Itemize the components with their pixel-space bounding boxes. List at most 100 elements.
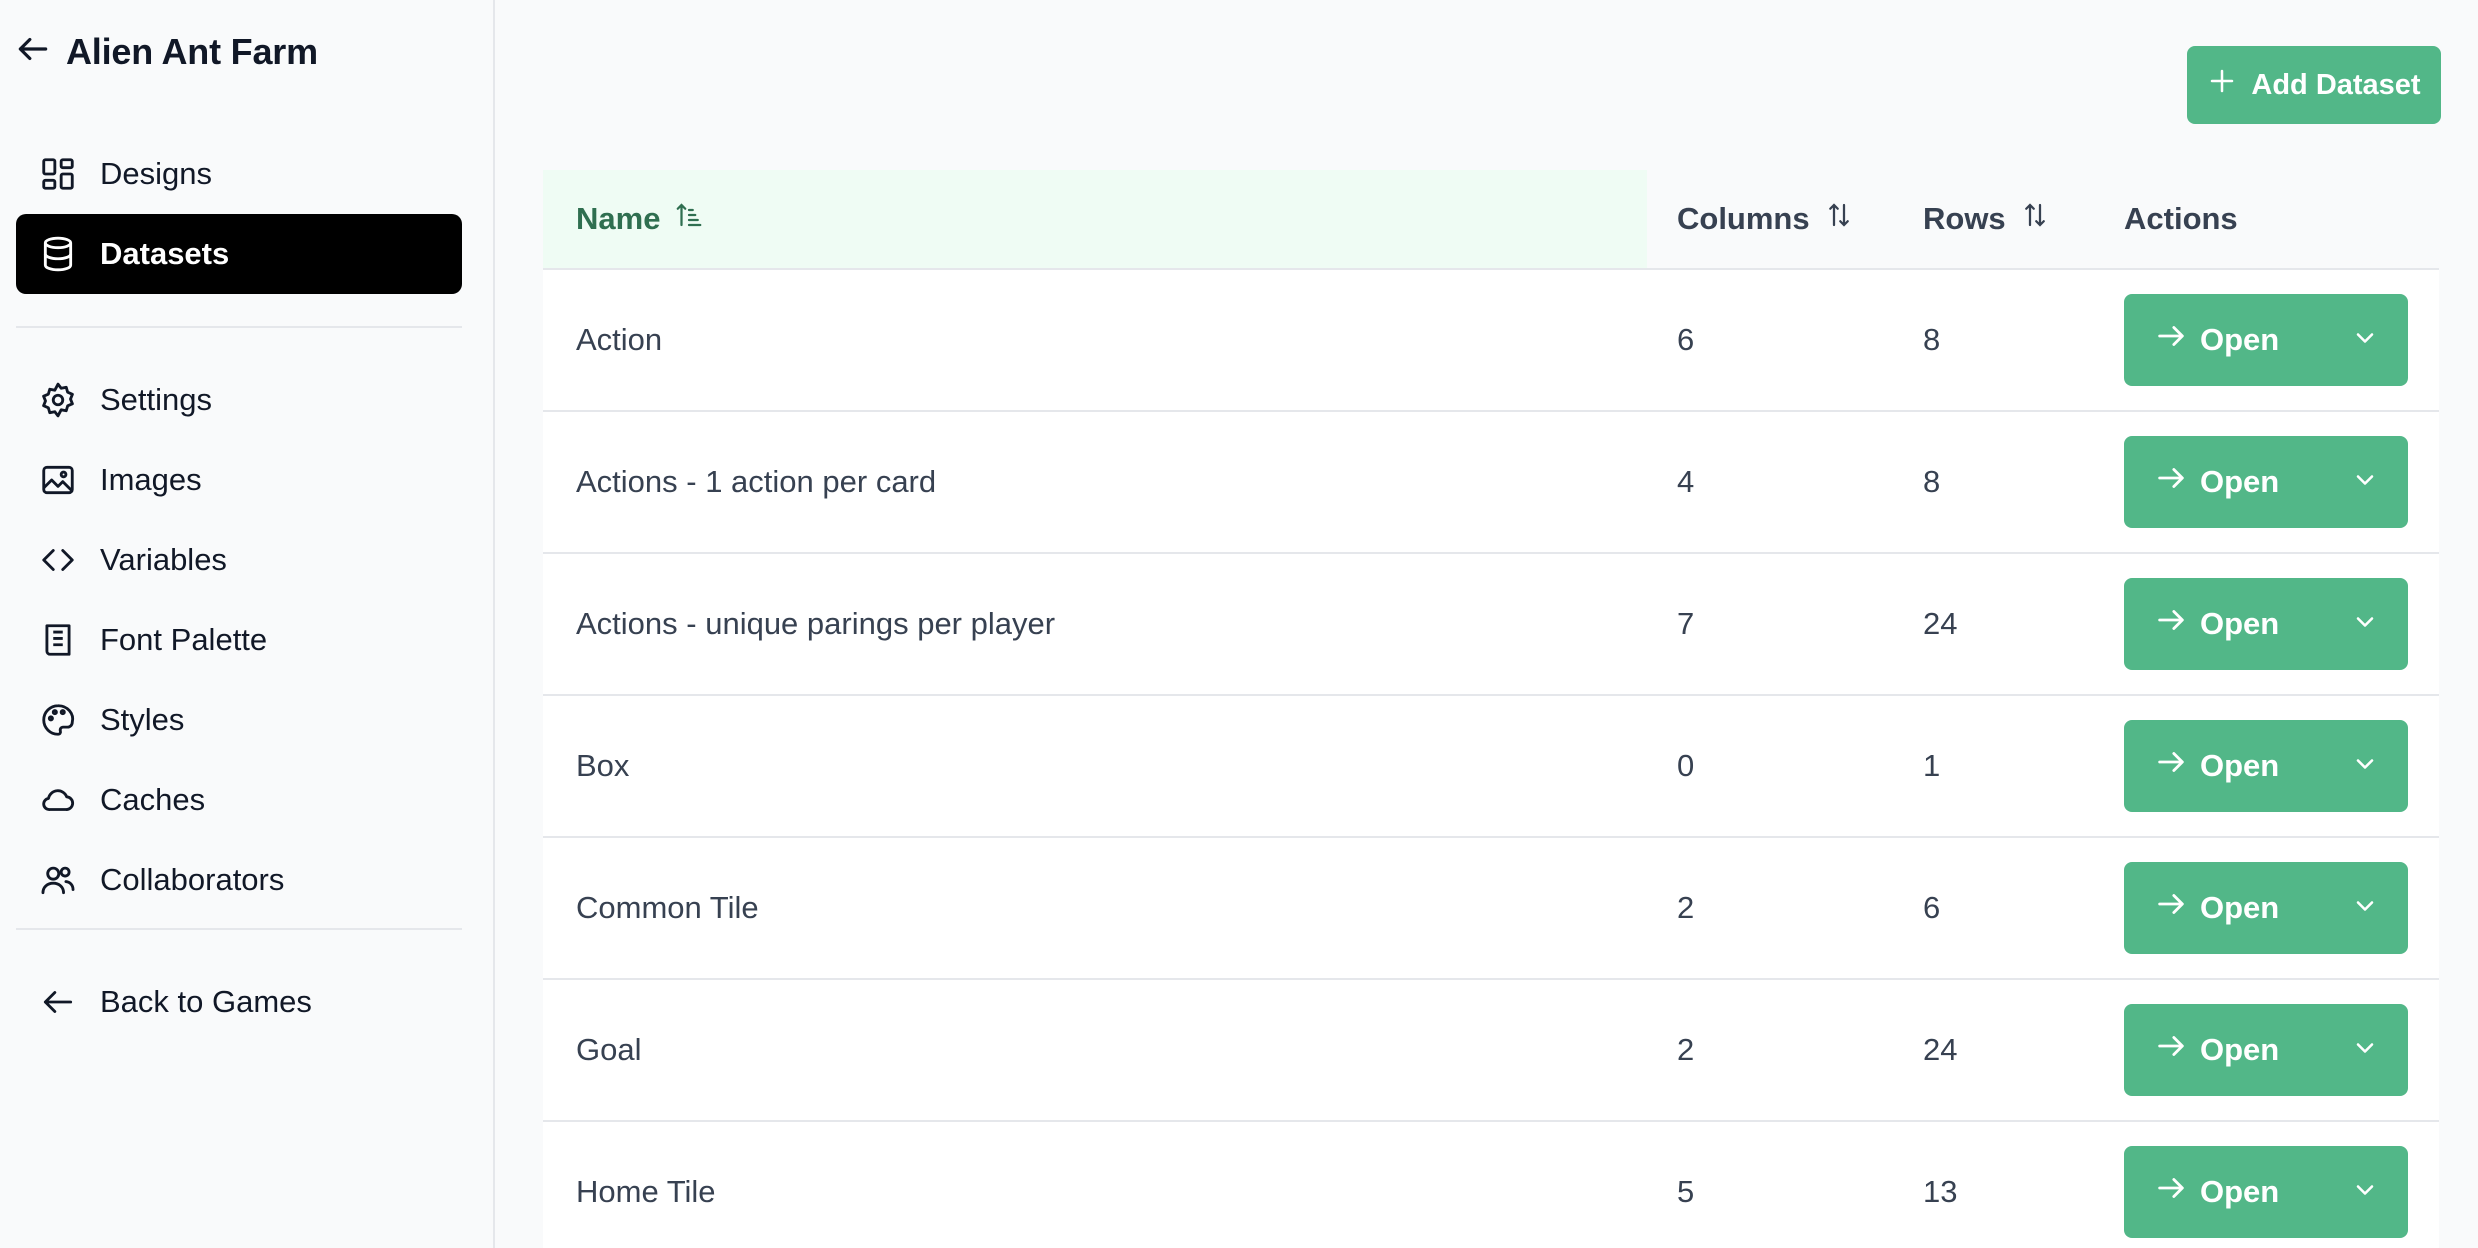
open-label: Open xyxy=(2200,606,2280,641)
sidebar-divider xyxy=(16,928,462,930)
chevron-down-icon xyxy=(2351,892,2379,925)
sidebar-item-variables[interactable]: Variables xyxy=(16,520,462,600)
chevron-down-icon xyxy=(2351,1034,2379,1067)
column-header-label: Actions xyxy=(2124,201,2238,236)
open-options-dropdown[interactable] xyxy=(2340,294,2390,386)
sidebar-item-images[interactable]: Images xyxy=(16,440,462,520)
open-dataset-button[interactable]: Open xyxy=(2124,862,2408,954)
sidebar-item-label: Settings xyxy=(100,382,213,417)
sorted-column-highlight xyxy=(543,170,1647,268)
table-row: Home Tile 5 13 Open xyxy=(543,1122,2439,1248)
arrow-right-icon xyxy=(2154,461,2188,503)
column-header-rows[interactable]: Rows xyxy=(1923,200,2050,238)
open-label: Open xyxy=(2200,1174,2280,1209)
dataset-name: Home Tile xyxy=(576,1174,716,1209)
app-title: Alien Ant Farm xyxy=(66,30,318,72)
open-options-dropdown[interactable] xyxy=(2340,436,2390,528)
table-header: Name Columns Rows Actions xyxy=(543,170,2439,270)
table-body: Action 6 8 Open Actions - 1 action per c… xyxy=(543,270,2439,1248)
open-options-dropdown[interactable] xyxy=(2340,1146,2390,1238)
arrow-right-icon xyxy=(2154,603,2188,645)
gear-icon xyxy=(38,380,78,420)
open-label: Open xyxy=(2200,1032,2280,1067)
dataset-rows-count: 8 xyxy=(1923,322,1941,357)
open-options-dropdown[interactable] xyxy=(2340,720,2390,812)
sidebar-item-label: Caches xyxy=(100,782,206,817)
dataset-columns-count: 4 xyxy=(1677,464,1695,499)
sidebar-item-label: Images xyxy=(100,462,202,497)
back-arrow-icon[interactable] xyxy=(14,30,52,73)
dataset-name: Common Tile xyxy=(576,890,759,925)
open-label: Open xyxy=(2200,322,2280,357)
column-header-label: Name xyxy=(576,201,661,236)
dataset-columns-count: 2 xyxy=(1677,890,1695,925)
sort-ascending-icon xyxy=(674,200,704,238)
sidebar-item-font-palette[interactable]: Font Palette xyxy=(16,600,462,680)
datasets-table: Name Columns Rows Actions Action 6 8 Ope… xyxy=(543,170,2439,1248)
add-dataset-label: Add Dataset xyxy=(2251,68,2421,101)
dataset-rows-count: 13 xyxy=(1923,1174,1958,1209)
open-dataset-button[interactable]: Open xyxy=(2124,294,2408,386)
sidebar-item-label: Collaborators xyxy=(100,862,285,897)
table-row: Actions - 1 action per card 4 8 Open xyxy=(543,412,2439,554)
sidebar-item-collaborators[interactable]: Collaborators xyxy=(16,840,462,920)
sidebar-item-label: Designs xyxy=(100,156,212,191)
open-options-dropdown[interactable] xyxy=(2340,1004,2390,1096)
chevron-down-icon xyxy=(2351,466,2379,499)
back-to-games-link[interactable]: Back to Games xyxy=(16,962,462,1042)
arrow-right-icon xyxy=(2154,887,2188,929)
sidebar-item-designs[interactable]: Designs xyxy=(16,134,462,214)
table-row: Goal 2 24 Open xyxy=(543,980,2439,1122)
open-dataset-button[interactable]: Open xyxy=(2124,436,2408,528)
main-content: Add Dataset Name Columns Rows Actions Ac… xyxy=(495,0,2478,1248)
column-header-label: Rows xyxy=(1923,201,2006,236)
open-options-dropdown[interactable] xyxy=(2340,862,2390,954)
sidebar-item-label: Variables xyxy=(100,542,227,577)
column-header-actions: Actions xyxy=(2124,201,2238,237)
dataset-name: Actions - unique parings per player xyxy=(576,606,1056,641)
arrow-left-icon xyxy=(38,982,78,1022)
sidebar-item-datasets[interactable]: Datasets xyxy=(16,214,462,294)
code-icon xyxy=(38,540,78,580)
layout-grid-icon xyxy=(38,154,78,194)
users-icon xyxy=(38,860,78,900)
open-dataset-button[interactable]: Open xyxy=(2124,1004,2408,1096)
sidebar-divider xyxy=(16,326,462,328)
cloud-icon xyxy=(38,780,78,820)
sidebar-item-label: Font Palette xyxy=(100,622,268,657)
book-icon xyxy=(38,620,78,660)
arrow-right-icon xyxy=(2154,1171,2188,1213)
dataset-columns-count: 6 xyxy=(1677,322,1695,357)
table-row: Common Tile 2 6 Open xyxy=(543,838,2439,980)
dataset-rows-count: 24 xyxy=(1923,606,1958,641)
arrow-right-icon xyxy=(2154,1029,2188,1071)
sidebar-item-label: Styles xyxy=(100,702,185,737)
add-dataset-button[interactable]: Add Dataset xyxy=(2187,46,2441,124)
sidebar-item-settings[interactable]: Settings xyxy=(16,360,462,440)
column-header-label: Columns xyxy=(1677,201,1810,236)
open-options-dropdown[interactable] xyxy=(2340,578,2390,670)
dataset-rows-count: 6 xyxy=(1923,890,1941,925)
sidebar-item-styles[interactable]: Styles xyxy=(16,680,462,760)
column-header-columns[interactable]: Columns xyxy=(1677,200,1854,238)
open-dataset-button[interactable]: Open xyxy=(2124,1146,2408,1238)
sidebar-header: Alien Ant Farm xyxy=(14,30,318,73)
sort-icon xyxy=(2020,200,2050,238)
dataset-name: Action xyxy=(576,322,663,357)
open-label: Open xyxy=(2200,890,2280,925)
dataset-name: Goal xyxy=(576,1032,642,1067)
table-row: Action 6 8 Open xyxy=(543,270,2439,412)
sidebar-item-caches[interactable]: Caches xyxy=(16,760,462,840)
arrow-right-icon xyxy=(2154,319,2188,361)
chevron-down-icon xyxy=(2351,324,2379,357)
open-dataset-button[interactable]: Open xyxy=(2124,720,2408,812)
dataset-columns-count: 5 xyxy=(1677,1174,1695,1209)
arrow-right-icon xyxy=(2154,745,2188,787)
column-header-name[interactable]: Name xyxy=(576,200,704,238)
database-icon xyxy=(38,234,78,274)
sort-icon xyxy=(1824,200,1854,238)
palette-icon xyxy=(38,700,78,740)
dataset-rows-count: 1 xyxy=(1923,748,1941,783)
open-label: Open xyxy=(2200,464,2280,499)
open-dataset-button[interactable]: Open xyxy=(2124,578,2408,670)
